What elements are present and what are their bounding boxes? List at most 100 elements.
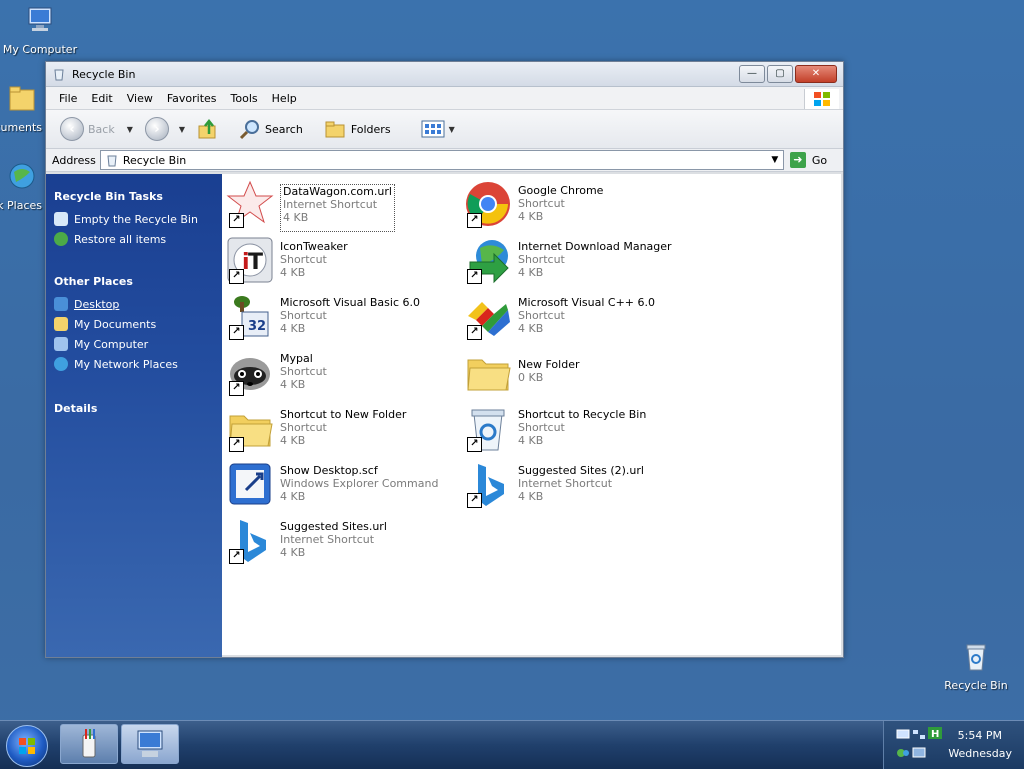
list-item[interactable]: ↗ Microsoft Visual C++ 6.0 Shortcut 4 KB: [464, 292, 694, 344]
close-button[interactable]: ✕: [795, 65, 837, 83]
place-desktop-link[interactable]: Desktop: [46, 294, 222, 314]
list-item[interactable]: 32 ↗ Microsoft Visual Basic 6.0 Shortcut…: [226, 292, 456, 344]
file-list: ↗ DataWagon.com.url Internet Shortcut 4 …: [222, 174, 841, 655]
item-type: Internet Shortcut: [280, 533, 375, 546]
item-name: Mypal: [280, 352, 313, 365]
list-item[interactable]: ↗ Mypal Shortcut 4 KB: [226, 348, 456, 400]
bing-icon: ↗: [464, 460, 512, 508]
item-name: Internet Download Manager: [518, 240, 672, 253]
item-name: Suggested Sites.url: [280, 520, 387, 533]
people-tray-icon[interactable]: [896, 747, 910, 759]
recycle-bin-icon: [966, 644, 986, 671]
taskbar-app-paint[interactable]: [60, 724, 118, 764]
forward-button[interactable]: › ▼: [141, 117, 189, 141]
list-item[interactable]: ↗ DataWagon.com.url Internet Shortcut 4 …: [226, 180, 456, 232]
list-item[interactable]: Show Desktop.scf Windows Explorer Comman…: [226, 460, 456, 512]
taskbar-app-explorer[interactable]: [121, 724, 179, 764]
maximize-button[interactable]: ▢: [767, 65, 793, 83]
desktop-icon-label: My Network Places: [0, 199, 42, 212]
toolbar: ‹ Back ▼ › ▼ Search Folders ▼: [46, 110, 843, 149]
place-my-computer-link[interactable]: My Computer: [46, 334, 222, 354]
task-pane: Recycle Bin Tasks Empty the Recycle Bin …: [46, 174, 222, 657]
address-input[interactable]: Recycle Bin ▼: [99, 150, 784, 170]
back-button[interactable]: ‹ Back ▼: [56, 117, 137, 141]
documents-folder-icon: [54, 317, 68, 331]
place-my-network-places-link[interactable]: My Network Places: [46, 354, 222, 374]
chevron-down-icon[interactable]: ▼: [127, 125, 133, 134]
place-my-documents-link[interactable]: My Documents: [46, 314, 222, 334]
address-value: Recycle Bin: [122, 153, 187, 167]
address-bar: Address Recycle Bin ▼ ➜ Go: [46, 149, 843, 172]
title-bar[interactable]: Recycle Bin — ▢ ✕: [46, 62, 843, 87]
menu-edit[interactable]: Edit: [84, 92, 119, 105]
display-tray-icon[interactable]: [912, 747, 926, 759]
shortcut-arrow-icon: ↗: [229, 213, 244, 228]
icontweaker-icon: iT ↗: [226, 236, 274, 284]
item-size: 4 KB: [280, 546, 306, 559]
go-arrow-icon: ➜: [789, 152, 806, 168]
menu-help[interactable]: Help: [265, 92, 304, 105]
up-folder-button[interactable]: [193, 118, 223, 140]
item-name: Show Desktop.scf: [280, 464, 378, 477]
minimize-button[interactable]: —: [739, 65, 765, 83]
item-size: 4 KB: [280, 434, 306, 447]
clock-day[interactable]: Wednesday: [948, 747, 1012, 760]
network-tray-icon[interactable]: [912, 729, 926, 741]
chevron-down-icon[interactable]: ▼: [767, 151, 783, 169]
start-button[interactable]: [6, 725, 48, 767]
task-label: Empty the Recycle Bin: [74, 212, 198, 226]
menu-tools[interactable]: Tools: [224, 92, 265, 105]
show-desktop-icon: [226, 460, 274, 508]
place-label: Desktop: [74, 297, 120, 311]
views-button[interactable]: ▼: [417, 120, 459, 138]
desktop-icon-recycle-bin[interactable]: Recycle Bin: [936, 640, 1016, 692]
computer-icon: [28, 7, 52, 31]
bing-icon: ↗: [226, 516, 274, 564]
list-item[interactable]: ↗ Suggested Sites (2).url Internet Short…: [464, 460, 694, 512]
monitor-tray-icon[interactable]: [896, 729, 910, 741]
folders-label: Folders: [350, 122, 391, 136]
documents-folder-icon: [9, 86, 35, 111]
list-item[interactable]: New Folder 0 KB: [464, 348, 694, 400]
item-type: Shortcut: [518, 253, 565, 266]
list-item[interactable]: ↗ Shortcut to Recycle Bin Shortcut 4 KB: [464, 404, 694, 456]
restore-all-items-link[interactable]: Restore all items: [46, 229, 222, 249]
item-size: 4 KB: [518, 322, 544, 335]
place-label: My Network Places: [74, 357, 178, 371]
recycle-bin-small-icon: [54, 212, 68, 226]
desktop-icon-my-computer[interactable]: My Computer: [0, 4, 80, 56]
desktop-icon-label: Recycle Bin: [944, 679, 1008, 692]
folder-up-icon: [198, 118, 216, 139]
item-type: Shortcut: [280, 365, 327, 378]
menu-view[interactable]: View: [120, 92, 160, 105]
taskbar: H 5:54 PM Wednesday: [0, 720, 1024, 769]
item-name: Microsoft Visual C++ 6.0: [518, 296, 655, 309]
chevron-down-icon[interactable]: ▼: [449, 125, 455, 134]
chevron-down-icon[interactable]: ▼: [179, 125, 185, 134]
forward-arrow-icon: ›: [144, 117, 169, 141]
item-size: 4 KB: [518, 490, 544, 503]
place-label: My Documents: [74, 317, 157, 331]
h-tray-icon[interactable]: H: [928, 727, 942, 739]
search-button[interactable]: Search: [235, 118, 307, 140]
list-item[interactable]: ↗ Google Chrome Shortcut 4 KB: [464, 180, 694, 232]
folder-icon: ↗: [226, 404, 274, 452]
section-title-details[interactable]: Details: [46, 374, 222, 421]
clock-time[interactable]: 5:54 PM: [958, 729, 1002, 742]
empty-recycle-bin-link[interactable]: Empty the Recycle Bin: [46, 209, 222, 229]
window-controls: — ▢ ✕: [739, 65, 843, 83]
desktop-icon-label: My Documents: [0, 121, 42, 134]
folders-button[interactable]: Folders: [321, 119, 395, 139]
menu-file[interactable]: File: [52, 92, 84, 105]
item-type: Shortcut: [280, 421, 327, 434]
menu-bar: File Edit View Favorites Tools Help: [46, 87, 843, 110]
list-item[interactable]: iT ↗ IconTweaker Shortcut 4 KB: [226, 236, 456, 288]
go-label: Go: [811, 153, 828, 167]
list-item[interactable]: ↗ Internet Download Manager Shortcut 4 K…: [464, 236, 694, 288]
list-item[interactable]: ↗ Suggested Sites.url Internet Shortcut …: [226, 516, 456, 568]
list-item[interactable]: ↗ Shortcut to New Folder Shortcut 4 KB: [226, 404, 456, 456]
menu-favorites[interactable]: Favorites: [160, 92, 224, 105]
datawagon-icon: ↗: [226, 180, 274, 228]
item-size: 4 KB: [280, 378, 306, 391]
go-button[interactable]: ➜ Go: [789, 152, 828, 168]
